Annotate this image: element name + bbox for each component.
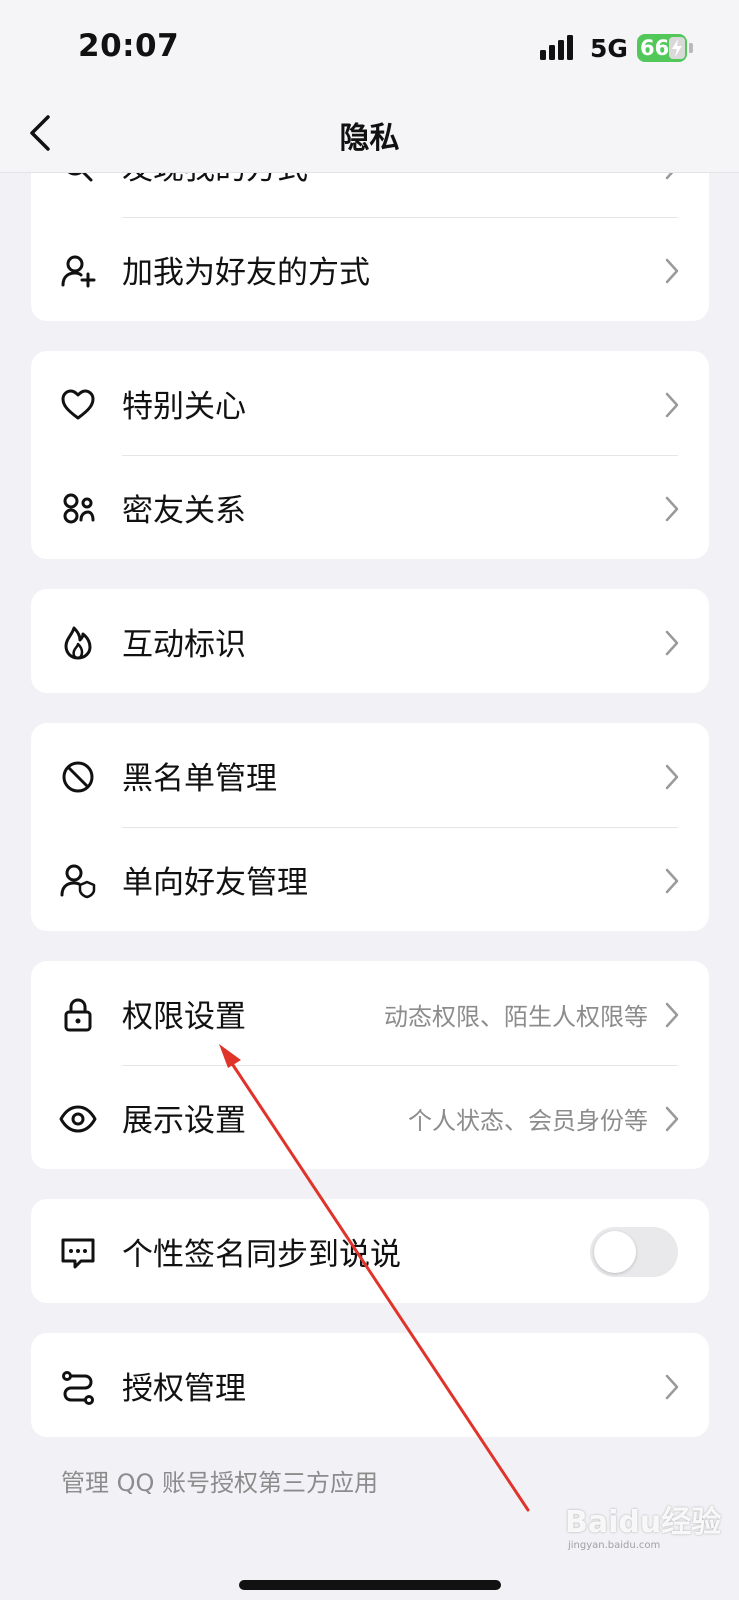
toggle-knob xyxy=(594,1231,636,1273)
chevron-right-icon xyxy=(665,173,674,180)
navigation-bar: 隐私 xyxy=(0,95,739,173)
authorization-footnote: 管理 QQ 账号授权第三方应用 xyxy=(61,1469,379,1497)
chevron-right-icon xyxy=(665,1374,679,1400)
authorization-icon xyxy=(62,1371,94,1405)
friends-icon xyxy=(63,493,95,524)
home-indicator[interactable] xyxy=(239,1580,501,1590)
card-authorization: 授权管理 xyxy=(31,1333,709,1437)
card-relationships: 特别关心 密友关系 xyxy=(31,351,709,559)
chevron-right-icon xyxy=(665,764,679,790)
network-type: 5G xyxy=(590,34,628,63)
row-one-way-friends[interactable]: 单向好友管理 xyxy=(31,827,709,931)
status-time: 20:07 xyxy=(78,28,180,64)
row-subtitle: 动态权限、陌生人权限等 xyxy=(384,1003,648,1031)
user-shield-icon xyxy=(60,864,96,899)
row-interaction-badge[interactable]: 互动标识 xyxy=(31,589,709,693)
row-label: 特别关心 xyxy=(122,389,246,425)
signal-icon xyxy=(540,35,573,60)
row-label: 个性签名同步到说说 xyxy=(122,1237,401,1273)
chevron-right-icon xyxy=(665,868,679,894)
row-label: 权限设置 xyxy=(122,999,246,1035)
charging-icon xyxy=(669,37,685,59)
row-label: 黑名单管理 xyxy=(122,761,277,797)
message-icon xyxy=(61,1238,95,1269)
card-permissions-display: 权限设置 动态权限、陌生人权限等 展示设置 个人状态、会员身份等 xyxy=(31,961,709,1169)
row-discover-me[interactable]: 发现我的方式 xyxy=(31,173,709,219)
card-discoverability: 发现我的方式 加我为好友的方式 xyxy=(31,173,709,321)
row-label: 加我为好友的方式 xyxy=(122,255,370,291)
heart-icon xyxy=(61,389,95,420)
row-label: 单向好友管理 xyxy=(122,865,308,901)
row-label: 互动标识 xyxy=(122,627,246,663)
card-blocking: 黑名单管理 单向好友管理 xyxy=(31,723,709,931)
row-label: 发现我的方式 xyxy=(122,173,308,188)
flame-icon xyxy=(64,626,92,660)
row-blacklist[interactable]: 黑名单管理 xyxy=(31,723,709,829)
row-special-care[interactable]: 特别关心 xyxy=(31,351,709,457)
chevron-right-icon xyxy=(665,392,679,418)
battery-level: 66 xyxy=(640,36,670,60)
card-signature-sync: 个性签名同步到说说 xyxy=(31,1199,709,1303)
chevron-right-icon xyxy=(665,630,679,656)
chevron-right-icon xyxy=(665,258,679,284)
watermark-url: jingyan.baidu.com xyxy=(568,1540,661,1551)
row-authorization[interactable]: 授权管理 xyxy=(31,1333,709,1437)
settings-list: 发现我的方式 加我为好友的方式 特别关心 xyxy=(0,173,739,1600)
row-display-settings[interactable]: 展示设置 个人状态、会员身份等 xyxy=(31,1065,709,1169)
row-subtitle: 个人状态、会员身份等 xyxy=(408,1107,648,1135)
row-label: 授权管理 xyxy=(122,1371,246,1407)
lock-icon xyxy=(64,998,92,1032)
signature-sync-toggle[interactable] xyxy=(590,1227,678,1277)
block-icon xyxy=(62,761,94,793)
row-signature-sync: 个性签名同步到说说 xyxy=(31,1199,709,1303)
battery-indicator: 66 xyxy=(637,34,687,62)
page-title: 隐私 xyxy=(339,121,400,156)
add-user-icon xyxy=(61,255,96,288)
row-label: 密友关系 xyxy=(122,493,246,529)
eye-icon xyxy=(59,1105,97,1133)
card-interaction: 互动标识 xyxy=(31,589,709,693)
chevron-right-icon xyxy=(665,496,679,522)
search-icon xyxy=(67,173,93,182)
row-permission-settings[interactable]: 权限设置 动态权限、陌生人权限等 xyxy=(31,961,709,1067)
chevron-right-icon xyxy=(665,1002,679,1028)
row-add-friend-method[interactable]: 加我为好友的方式 xyxy=(31,217,709,321)
battery-tip xyxy=(689,43,693,53)
row-label: 展示设置 xyxy=(122,1103,246,1139)
status-bar: 20:07 5G 66 xyxy=(0,0,739,95)
watermark-logo: Baidu经验 xyxy=(565,1505,722,1540)
chevron-right-icon xyxy=(665,1106,679,1132)
row-close-friends[interactable]: 密友关系 xyxy=(31,455,709,559)
